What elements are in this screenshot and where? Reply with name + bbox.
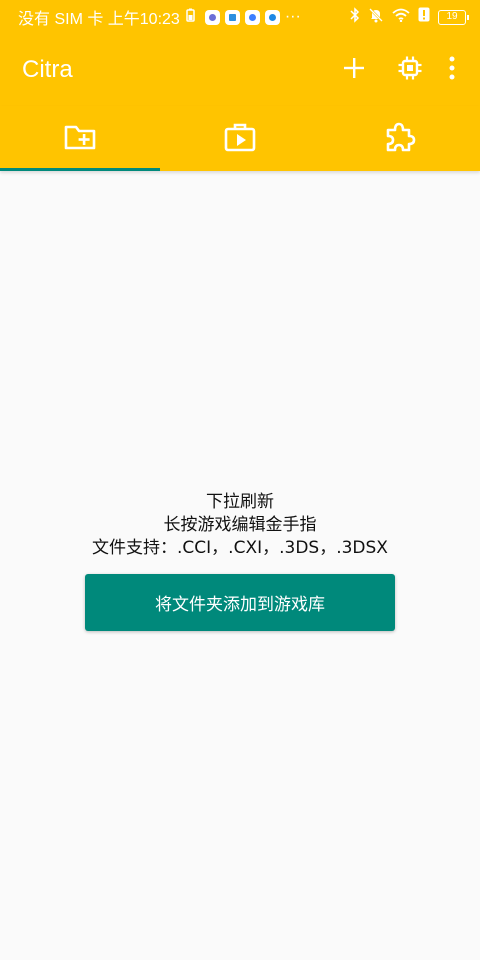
status-bar: 没有 SIM 卡 上午10:23 ··· 19: [0, 0, 480, 34]
music-app-icon: [204, 9, 220, 25]
carrier-time-text: 没有 SIM 卡 上午10:23: [18, 11, 180, 28]
tab-bar: [0, 106, 480, 171]
add-icon: [343, 57, 365, 83]
app-title: Citra: [22, 56, 73, 83]
app-bar-actions: [326, 42, 466, 98]
pull-to-refresh-hint: 下拉刷新: [206, 492, 274, 512]
browser-app-icon: [244, 9, 260, 25]
puzzle-icon: [384, 121, 416, 157]
mute-icon: [368, 7, 384, 28]
add-button[interactable]: [326, 42, 382, 98]
status-right: 19: [350, 6, 469, 28]
game-list-area[interactable]: 下拉刷新 长按游戏编辑金手指 文件支持：.CCI，.CXI，.3DS，.3DSX…: [0, 171, 480, 960]
battery-saver-icon: [186, 8, 195, 27]
more-vert-icon: [449, 56, 455, 84]
folder-add-icon: [64, 123, 96, 155]
system-settings-button[interactable]: [382, 42, 438, 98]
notification-icons: ···: [204, 8, 301, 26]
play-briefcase-icon: [224, 122, 256, 156]
add-folder-button[interactable]: 将文件夹添加到游戏库: [85, 574, 395, 631]
empty-state-text: 下拉刷新 长按游戏编辑金手指 文件支持：.CCI，.CXI，.3DS，.3DSX: [0, 491, 480, 560]
alert-icon: [418, 7, 430, 27]
tab-addons[interactable]: [320, 106, 480, 171]
bulb-app-icon: [264, 9, 280, 25]
long-press-cheats-hint: 长按游戏编辑金手指: [163, 515, 317, 535]
bluetooth-icon: [350, 6, 360, 28]
more-notifications-text: ···: [284, 8, 301, 25]
tab-games-folder[interactable]: [0, 106, 160, 171]
status-left: 没有 SIM 卡 上午10:23 ···: [18, 5, 301, 29]
supported-formats-hint: 文件支持：.CCI，.CXI，.3DS，.3DSX: [92, 538, 388, 558]
book-app-icon: [224, 9, 240, 25]
tab-home[interactable]: [160, 106, 320, 171]
battery-icon: 19: [438, 9, 469, 25]
overflow-menu-button[interactable]: [438, 42, 466, 98]
app-bar: Citra: [0, 34, 480, 106]
chip-icon: [397, 55, 423, 85]
wifi-icon: [392, 8, 410, 27]
